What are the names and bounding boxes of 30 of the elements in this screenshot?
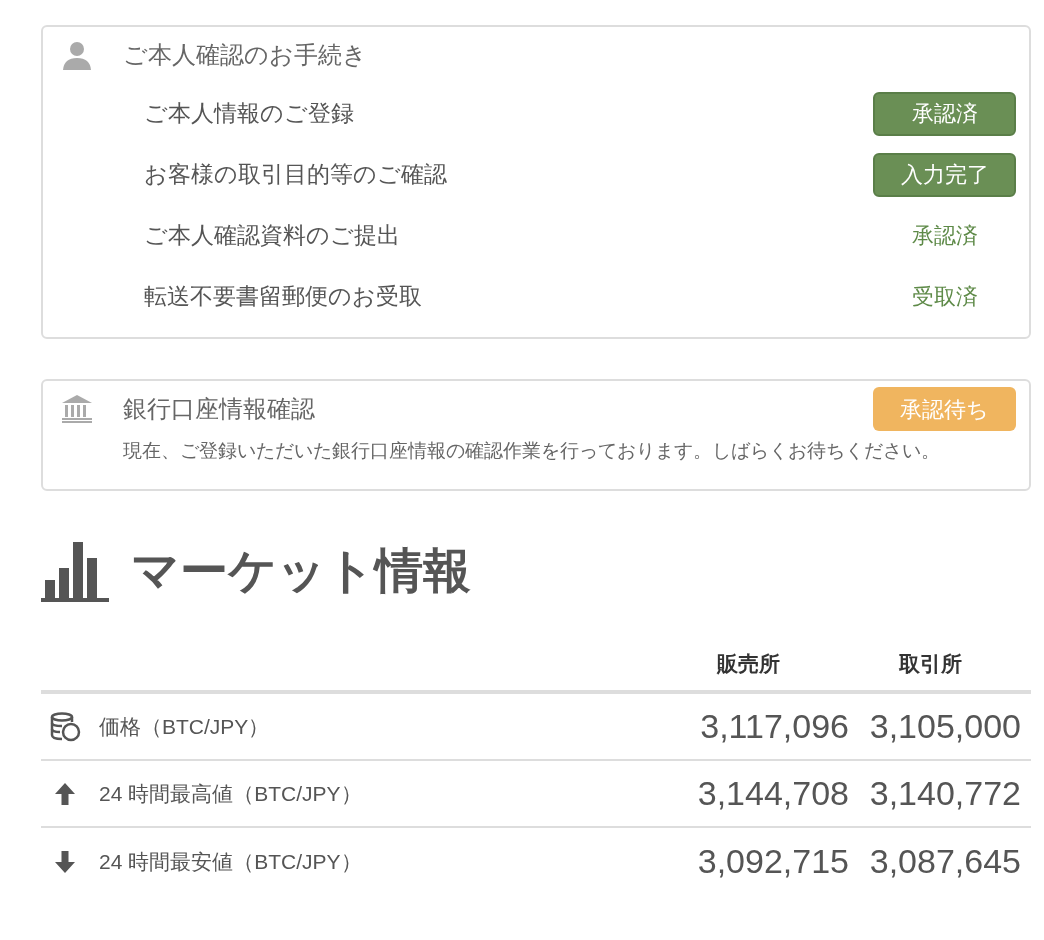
price-value: 3,087,645 (868, 841, 1022, 882)
price-value: 3,117,096 (699, 706, 849, 747)
status-badge: 承認待ち (873, 387, 1016, 431)
price-value: 3,144,708 (696, 773, 849, 814)
price-value: 3,105,000 (868, 706, 1022, 747)
column-header: 取引所 (897, 650, 963, 677)
section-title: ご本人確認のお手続き (123, 40, 367, 70)
column-header: 販売所 (715, 650, 781, 677)
person-icon (61, 40, 93, 70)
section-heading: マーケット情報 (131, 543, 471, 599)
coins-icon (49, 711, 81, 742)
price-value: 3,092,715 (696, 841, 849, 882)
row-label: 24 時間最高値（BTC/JPY） (99, 780, 362, 807)
up-arrow-icon (55, 782, 75, 805)
step-label: お客様の取引目的等のご確認 (144, 160, 447, 190)
bar-chart-icon (41, 540, 109, 602)
step-label: ご本人確認資料のご提出 (144, 221, 400, 251)
status-badge: 入力完了 (873, 152, 1016, 197)
section-title: 銀行口座情報確認 (123, 394, 315, 424)
row-label: 価格（BTC/JPY） (99, 713, 270, 740)
down-arrow-icon (55, 850, 75, 873)
status-text: 受取済 (910, 283, 979, 311)
bank-icon (61, 394, 93, 424)
price-value: 3,140,772 (868, 773, 1022, 814)
step-label: 転送不要書留郵便のお受取 (144, 282, 422, 312)
row-label: 24 時間最安値（BTC/JPY） (99, 848, 362, 875)
step-label: ご本人情報のご登録 (144, 99, 354, 129)
status-badge: 承認済 (873, 91, 1016, 136)
status-text: 承認済 (910, 222, 979, 250)
status-message: 現在、ご登録いただいた銀行口座情報の確認作業を行っております。しばらくお待ちください。 (122, 439, 941, 463)
